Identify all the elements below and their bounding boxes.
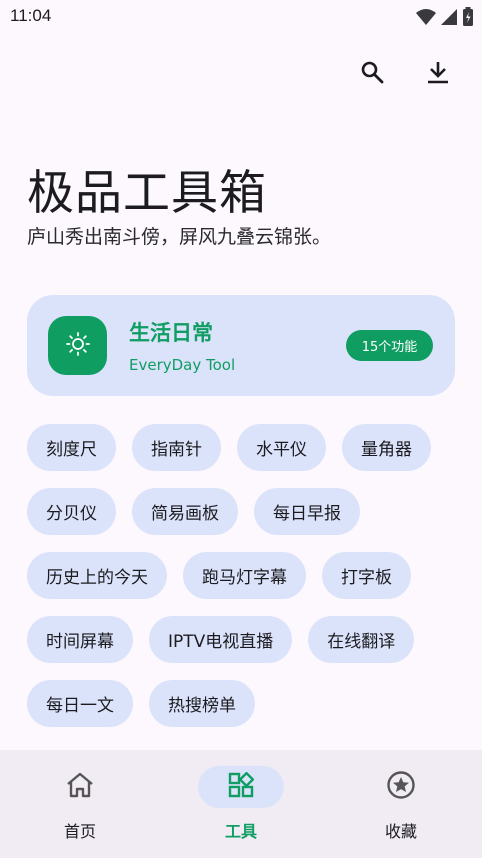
download-button[interactable] (424, 60, 452, 88)
tool-chip[interactable]: 打字板 (322, 552, 411, 599)
page-subtitle: 庐山秀出南斗傍，屏风九叠云锦张。 (27, 226, 332, 248)
home-icon (65, 771, 95, 803)
tool-chip[interactable]: 指南针 (132, 424, 221, 471)
grid-apps-icon (228, 771, 255, 802)
sun-icon (65, 331, 91, 361)
tool-chip[interactable]: 时间屏幕 (27, 616, 133, 663)
nav-icon-container (198, 766, 284, 808)
tool-chip[interactable]: 水平仪 (237, 424, 326, 471)
nav-item-favorites[interactable]: 收藏 (321, 766, 481, 846)
nav-icon-container (37, 766, 123, 808)
tool-chip[interactable]: 热搜榜单 (149, 680, 255, 727)
nav-label-home: 首页 (63, 822, 96, 841)
status-time: 11:04 (10, 6, 52, 25)
nav-label-tools: 工具 (224, 822, 257, 841)
tool-chip[interactable]: 历史上的今天 (27, 552, 167, 599)
search-button[interactable] (358, 60, 386, 88)
battery-icon (462, 7, 474, 31)
nav-item-home[interactable]: 首页 (0, 766, 160, 846)
download-icon (427, 60, 449, 88)
wifi-icon (416, 8, 436, 30)
nav-label-favorites: 收藏 (384, 822, 417, 841)
category-subtitle: EveryDay Tool (129, 356, 236, 374)
star-circle-icon (386, 770, 416, 804)
tool-chip[interactable]: 刻度尺 (27, 424, 116, 471)
tool-chip[interactable]: 每日早报 (254, 488, 360, 535)
category-title: 生活日常 (129, 321, 213, 345)
page-title: 极品工具箱 (27, 166, 267, 221)
signal-icon (440, 8, 458, 30)
tool-chip-list: 刻度尺 指南针 水平仪 量角器 分贝仪 简易画板 每日早报 历史上的今天 跑马灯… (27, 424, 457, 727)
tool-chip[interactable]: 量角器 (342, 424, 431, 471)
category-card[interactable]: 生活日常 EveryDay Tool 15个功能 (27, 295, 455, 396)
tool-chip[interactable]: IPTV电视直播 (149, 616, 293, 663)
tool-chip[interactable]: 在线翻译 (308, 616, 415, 663)
nav-item-tools[interactable]: 工具 (161, 766, 321, 846)
bottom-navigation: 首页 工具 收藏 (0, 750, 482, 858)
tool-chip[interactable]: 分贝仪 (27, 488, 116, 535)
feature-count-badge: 15个功能 (346, 330, 433, 361)
tool-chip[interactable]: 跑马灯字幕 (183, 552, 306, 599)
tool-chip[interactable]: 每日一文 (27, 680, 133, 727)
nav-icon-container (358, 766, 444, 808)
status-icons (416, 7, 474, 31)
category-icon-tile (48, 316, 107, 375)
top-actions (358, 60, 452, 88)
tool-chip[interactable]: 简易画板 (132, 488, 238, 535)
search-icon (360, 60, 384, 88)
status-bar: 11:04 (0, 0, 482, 34)
